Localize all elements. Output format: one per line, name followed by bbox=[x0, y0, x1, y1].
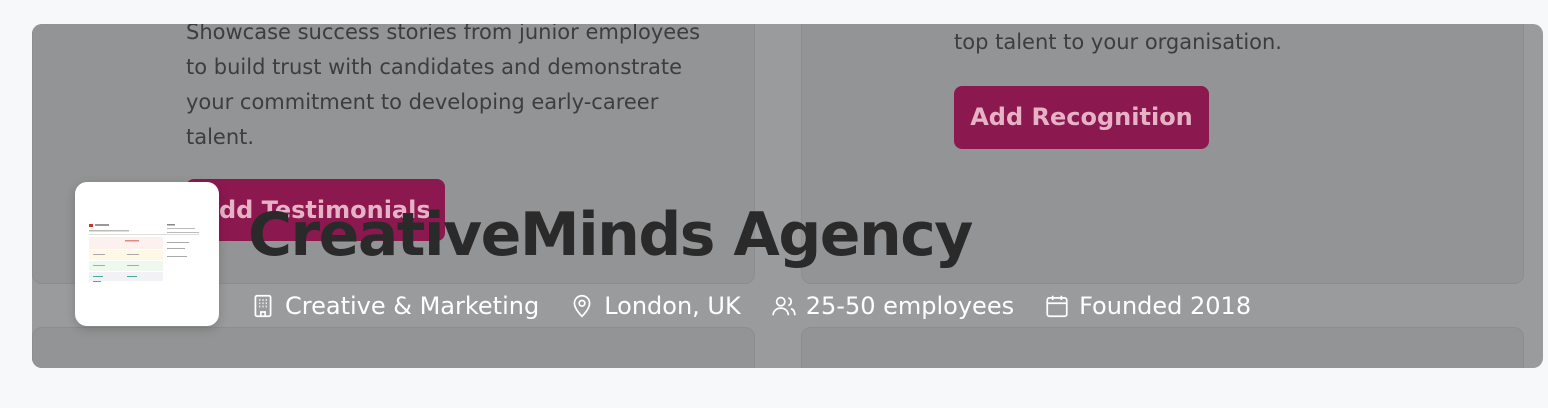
industry-meta: Creative & Marketing bbox=[250, 292, 539, 320]
size-label: 25-50 employees bbox=[805, 292, 1015, 320]
company-meta: Creative & Marketing London, UK 25-50 em… bbox=[250, 292, 1281, 320]
lower-left-card bbox=[32, 327, 755, 368]
map-pin-icon bbox=[573, 294, 591, 318]
building-icon bbox=[254, 294, 272, 318]
company-logo-thumbnail-icon bbox=[89, 224, 199, 282]
company-logo bbox=[75, 182, 219, 326]
founded-label: Founded 2018 bbox=[1079, 292, 1252, 320]
recognition-description: top talent to your organisation. bbox=[954, 30, 1282, 54]
location-meta: London, UK bbox=[569, 292, 741, 320]
size-meta: 25-50 employees bbox=[771, 292, 1014, 320]
company-header-banner: Showcase success stories from junior emp… bbox=[32, 24, 1543, 368]
founded-meta: Founded 2018 bbox=[1044, 292, 1251, 320]
add-recognition-button[interactable]: Add Recognition bbox=[954, 86, 1209, 149]
location-label: London, UK bbox=[604, 292, 741, 320]
industry-label: Creative & Marketing bbox=[285, 292, 540, 320]
testimonials-description: Showcase success stories from junior emp… bbox=[186, 24, 701, 149]
lower-right-card bbox=[801, 327, 1524, 368]
calendar-icon bbox=[1046, 295, 1068, 318]
company-name: CreativeMinds Agency bbox=[248, 200, 973, 270]
users-icon bbox=[772, 296, 796, 316]
